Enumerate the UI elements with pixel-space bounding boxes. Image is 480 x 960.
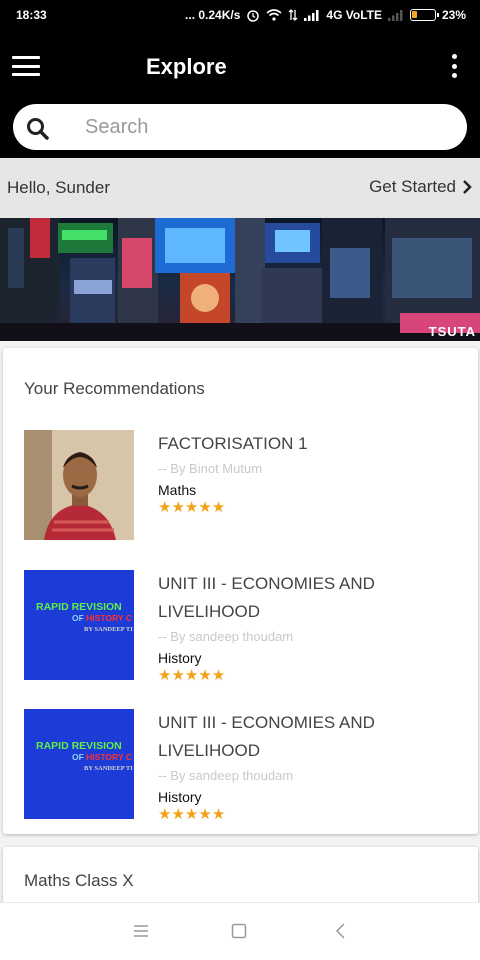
status-bar: 18:33 ... 0.24K/s 4G VoLTE 23%: [0, 0, 480, 32]
network-speed: ... 0.24K/s: [185, 8, 241, 22]
signal-empty-icon: [387, 10, 403, 21]
star-icon: ★: [171, 806, 185, 823]
course-subject: History: [158, 650, 202, 666]
thumbnail-text-line3: BY SANDEEP TI: [84, 626, 133, 633]
status-time: 18:33: [16, 8, 47, 22]
city-street-image: [0, 218, 480, 341]
course-subject: Maths: [158, 482, 197, 498]
search-container: [0, 100, 480, 158]
thumbnail-text-line1: RAPID REVISION: [36, 601, 122, 613]
search-bar[interactable]: [13, 104, 467, 150]
recommendation-item[interactable]: RAPID REVISION OF HISTORY C BY SANDEEP T…: [24, 709, 464, 823]
recommendation-item[interactable]: FACTORISATION 1 -- By Binot Mutum Maths …: [24, 430, 464, 540]
search-icon: [27, 118, 49, 140]
recommendations-card: Your Recommendations FACTORISATION 1 -- …: [3, 348, 478, 834]
rating-stars: ★ ★ ★ ★ ★: [158, 807, 468, 823]
back-icon[interactable]: [334, 923, 348, 939]
star-icon: ★: [211, 499, 226, 516]
thumbnail-text-line3: BY SANDEEP TI: [84, 765, 133, 772]
course-info: FACTORISATION 1 -- By Binot Mutum Maths …: [158, 430, 468, 516]
rating-stars: ★ ★ ★ ★ ★: [158, 668, 468, 684]
star-icon: ★: [211, 806, 226, 823]
star-icon: ★: [171, 499, 185, 516]
system-nav-bar: [0, 902, 480, 960]
course-thumbnail: RAPID REVISION OF HISTORY C BY SANDEEP T…: [24, 570, 134, 680]
course-info: UNIT III - ECONOMIES AND LIVELIHOOD -- B…: [158, 709, 468, 823]
author-photo: [24, 430, 134, 540]
status-icons: ... 0.24K/s 4G VoLTE 23%: [185, 8, 466, 22]
get-started-label: Get Started: [369, 177, 456, 196]
course-author: -- By Binot Mutum: [158, 461, 263, 476]
maths-section-title: Maths Class X: [24, 871, 134, 890]
thumbnail-text-line1: RAPID REVISION: [36, 740, 122, 752]
rating-stars: ★ ★ ★ ★ ★: [158, 500, 468, 516]
network-type: 4G VoLTE: [326, 8, 382, 22]
recommendation-item[interactable]: RAPID REVISION OF HISTORY C BY SANDEEP T…: [24, 570, 464, 684]
more-vertical-icon[interactable]: [450, 54, 458, 78]
signal-icon: [304, 10, 319, 21]
thumbnail-text-line2: OF HISTORY C: [72, 613, 132, 623]
course-title: UNIT III - ECONOMIES AND LIVELIHOOD: [158, 713, 375, 760]
data-transfer-icon: [288, 9, 298, 21]
hero-banner[interactable]: TSUTA: [0, 218, 480, 341]
star-icon: ★: [158, 806, 172, 823]
app-bar: Explore: [0, 32, 480, 100]
course-author: -- By sandeep thoudam: [158, 768, 294, 783]
page-title: Explore: [146, 54, 227, 79]
course-author: -- By sandeep thoudam: [158, 629, 294, 644]
banner-sign-text: TSUTA: [428, 324, 476, 339]
hamburger-icon[interactable]: [12, 56, 40, 76]
star-icon: ★: [158, 499, 172, 516]
course-info: UNIT III - ECONOMIES AND LIVELIHOOD -- B…: [158, 570, 468, 684]
content-area[interactable]: Your Recommendations FACTORISATION 1 -- …: [0, 341, 480, 902]
wifi-icon: [266, 9, 282, 21]
chevron-right-icon: [463, 180, 472, 194]
course-thumbnail: RAPID REVISION OF HISTORY C BY SANDEEP T…: [24, 709, 134, 819]
star-icon: ★: [184, 499, 199, 516]
recent-apps-icon[interactable]: [133, 923, 149, 939]
star-icon: ★: [158, 667, 172, 684]
home-icon[interactable]: [231, 923, 247, 939]
maths-class-card[interactable]: Maths Class X: [3, 847, 478, 902]
course-title: FACTORISATION 1: [158, 434, 308, 453]
thumbnail-text-line2: OF HISTORY C: [72, 752, 132, 762]
alarm-icon: [247, 10, 260, 22]
search-input[interactable]: [85, 112, 445, 142]
greeting-bar: Hello, Sunder Get Started: [0, 158, 480, 218]
star-icon: ★: [198, 806, 212, 823]
star-icon: ★: [184, 667, 199, 684]
course-thumbnail: [24, 430, 134, 540]
star-icon: ★: [198, 667, 212, 684]
star-icon: ★: [171, 667, 185, 684]
star-icon: ★: [211, 667, 226, 684]
course-subject: History: [158, 789, 202, 805]
star-icon: ★: [198, 499, 212, 516]
battery-percent: 23%: [441, 8, 466, 22]
recommendations-title: Your Recommendations: [24, 379, 205, 398]
battery-icon: [409, 9, 439, 21]
get-started-button[interactable]: Get Started: [369, 177, 472, 197]
star-icon: ★: [184, 806, 199, 823]
greeting-text: Hello, Sunder: [7, 178, 111, 197]
course-title: UNIT III - ECONOMIES AND LIVELIHOOD: [158, 574, 375, 621]
